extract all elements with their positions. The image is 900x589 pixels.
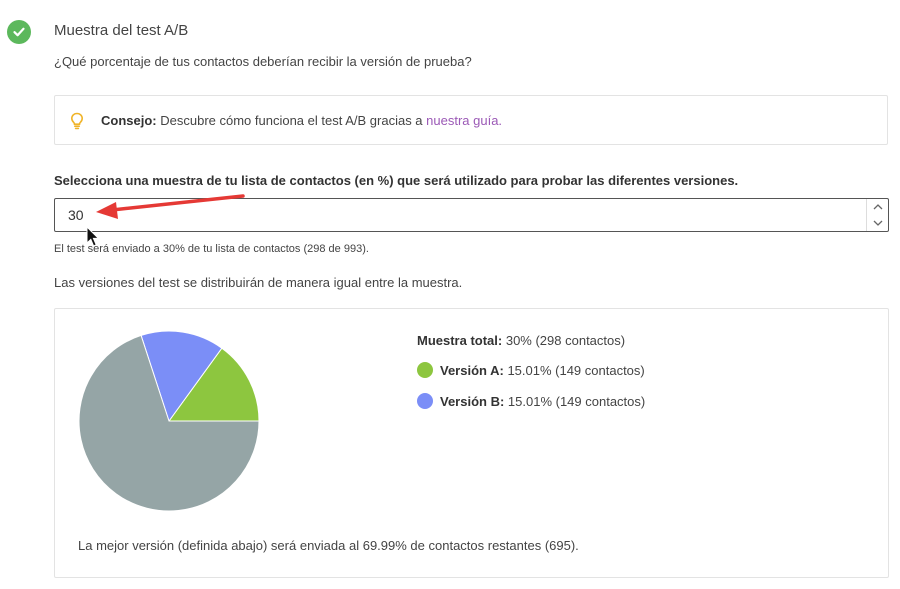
legend-version-a-label: Versión A: bbox=[440, 363, 504, 378]
tip-body: Descubre cómo funciona el test A/B graci… bbox=[156, 113, 427, 128]
lightbulb-icon bbox=[70, 112, 84, 130]
legend-version-b-label: Versión B: bbox=[440, 394, 505, 409]
section-title: Muestra del test A/B bbox=[54, 22, 189, 39]
legend-item-version-a: Versión A: 15.01% (149 contactos) bbox=[417, 361, 645, 379]
distribution-text: Las versiones del test se distribuirán d… bbox=[54, 275, 463, 290]
guide-link[interactable]: nuestra guía. bbox=[426, 113, 502, 128]
spin-up-button[interactable] bbox=[867, 199, 889, 215]
sample-input-wrapper bbox=[54, 198, 889, 232]
legend-dot-version-b bbox=[417, 393, 433, 409]
chart-legend: Muestra total: 30% (298 contactos) Versi… bbox=[417, 333, 645, 410]
sample-field-label: Selecciona una muestra de tu lista de co… bbox=[54, 173, 739, 188]
chevron-up-icon bbox=[873, 204, 883, 210]
section-question: ¿Qué porcentaje de tus contactos debería… bbox=[54, 54, 472, 69]
legend-version-b-value: 15.01% (149 contactos) bbox=[504, 394, 646, 409]
tip-box: Consejo: Descubre cómo funciona el test … bbox=[54, 95, 888, 145]
tip-text: Consejo: Descubre cómo funciona el test … bbox=[101, 113, 502, 128]
sample-help-text: El test será enviado a 30% de tu lista d… bbox=[54, 243, 369, 255]
legend-total-value: 30% (298 contactos) bbox=[502, 333, 626, 348]
legend-dot-version-a bbox=[417, 362, 433, 378]
sample-pie-chart bbox=[78, 330, 260, 512]
sample-percentage-input[interactable] bbox=[55, 199, 865, 231]
tip-label: Consejo: bbox=[101, 113, 157, 128]
spin-down-button[interactable] bbox=[867, 215, 889, 231]
legend-version-a-value: 15.01% (149 contactos) bbox=[503, 363, 645, 378]
sample-chart-panel: Muestra total: 30% (298 contactos) Versi… bbox=[54, 308, 889, 578]
legend-total: Muestra total: 30% (298 contactos) bbox=[417, 333, 625, 348]
number-spinner bbox=[866, 199, 888, 231]
legend-total-label: Muestra total: bbox=[417, 333, 503, 348]
best-version-text: La mejor versión (definida abajo) será e… bbox=[78, 538, 579, 553]
chevron-down-icon bbox=[873, 220, 883, 226]
check-circle-icon bbox=[7, 20, 31, 44]
legend-item-version-b: Versión B: 15.01% (149 contactos) bbox=[417, 392, 645, 410]
